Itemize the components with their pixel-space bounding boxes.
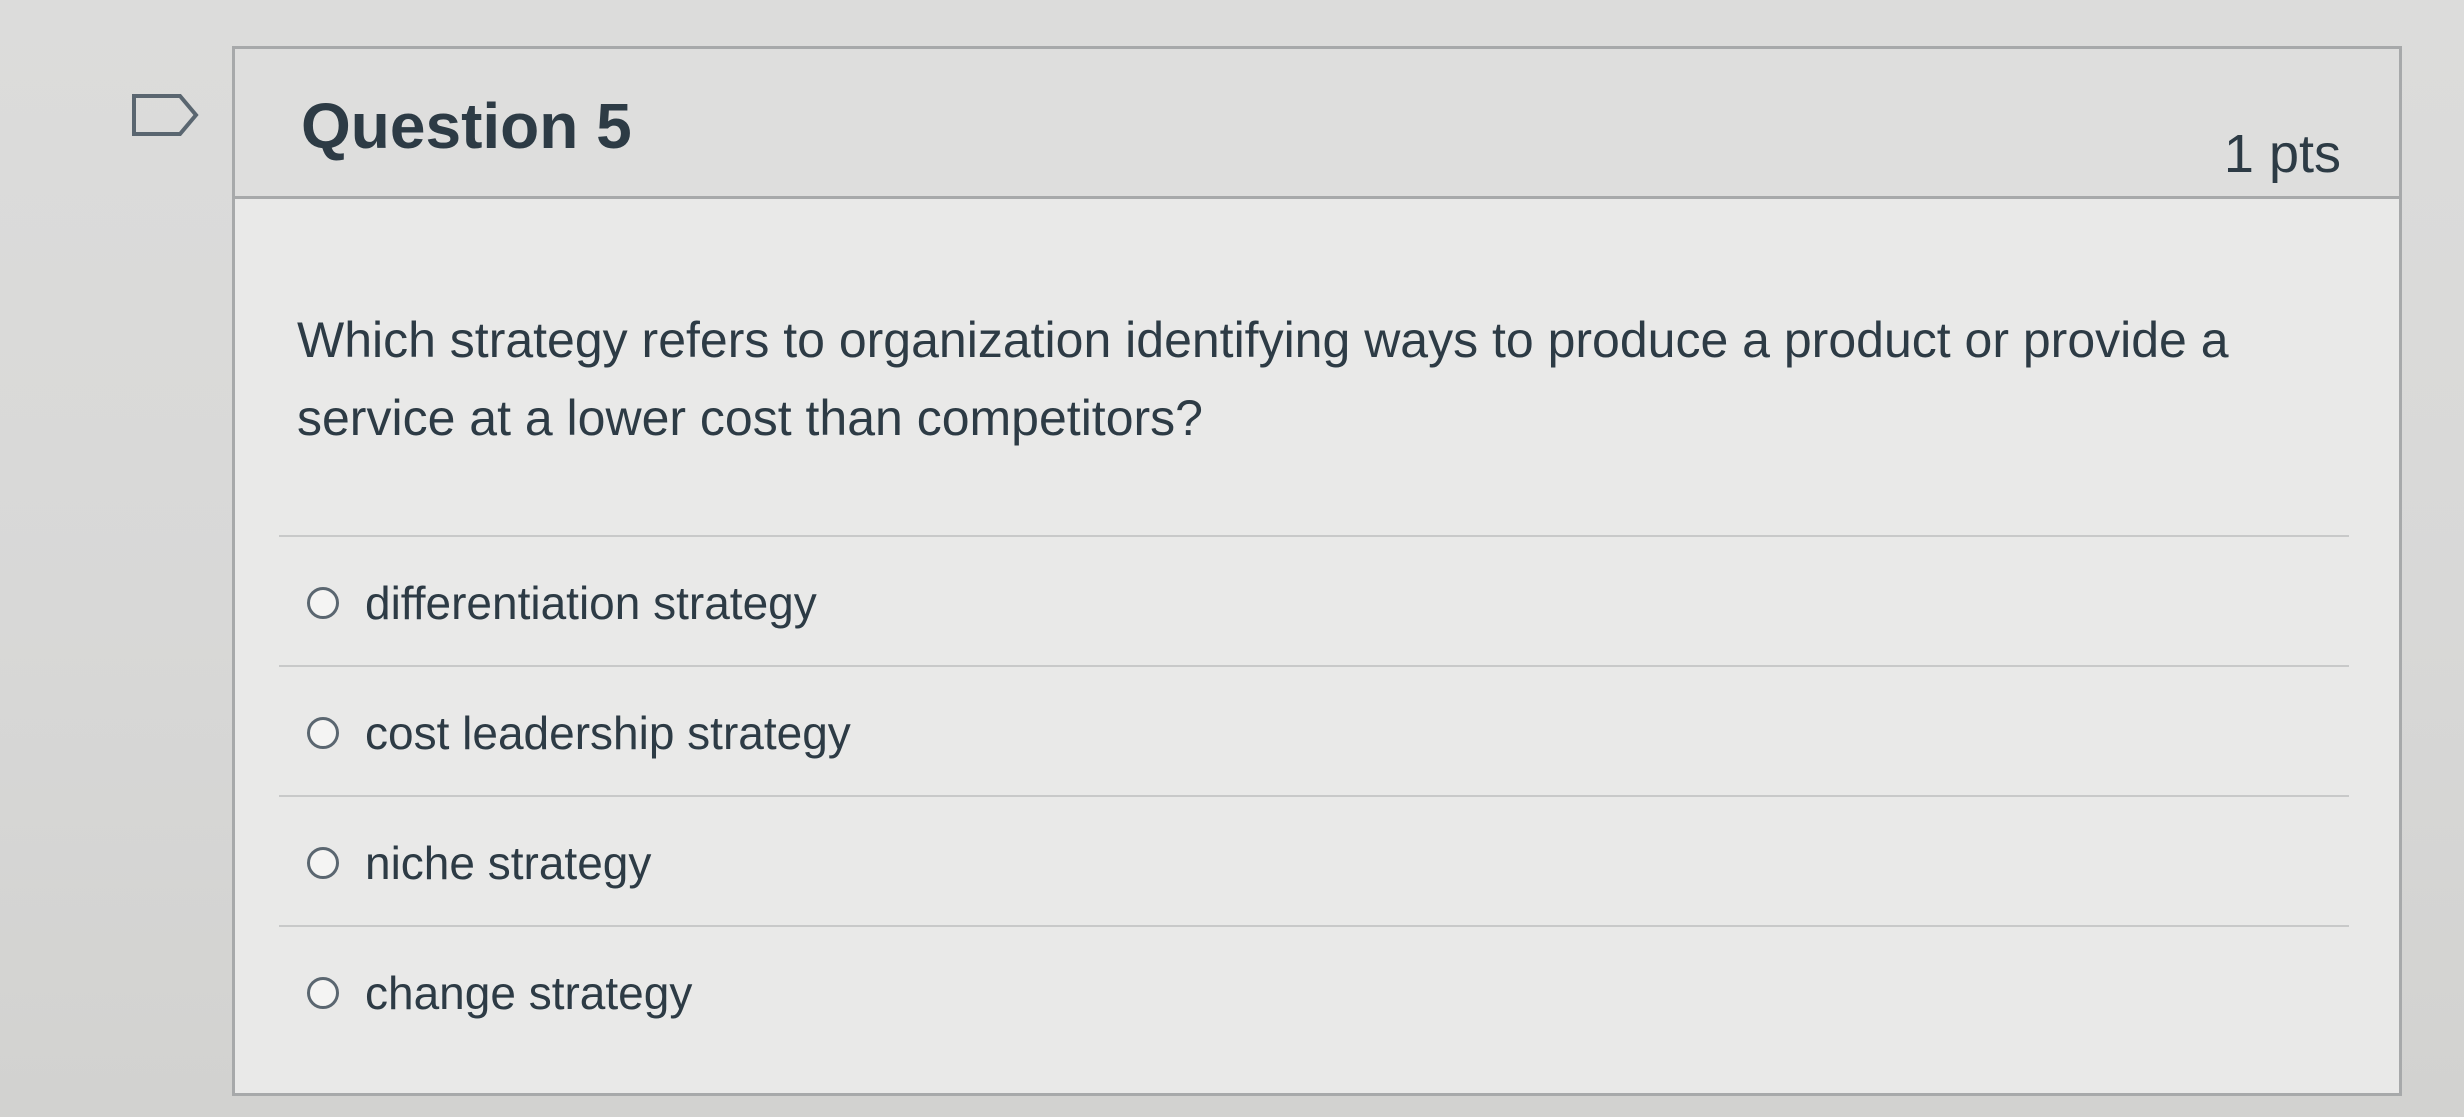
radio-button[interactable]: [307, 587, 339, 619]
answer-label: change strategy: [365, 967, 693, 1019]
question-points: 1 pts: [2223, 124, 2341, 184]
question-title: Question 5: [301, 90, 632, 162]
answer-divider: [279, 795, 2349, 797]
flag-icon[interactable]: [130, 92, 202, 138]
question-header: Question 5 1 pts: [235, 49, 2399, 199]
answer-label: differentiation strategy: [365, 577, 817, 629]
answer-divider: [279, 925, 2349, 927]
answer-label: niche strategy: [365, 837, 652, 889]
question-card: Question 5 1 pts Which strategy refers t…: [232, 46, 2402, 1096]
answer-option[interactable]: cost leadership strategy: [307, 703, 851, 763]
answer-divider: [279, 535, 2349, 537]
radio-button[interactable]: [307, 977, 339, 1009]
answer-divider: [279, 665, 2349, 667]
answer-label: cost leadership strategy: [365, 707, 851, 759]
radio-button[interactable]: [307, 717, 339, 749]
question-text: Which strategy refers to organization id…: [297, 312, 2229, 446]
radio-button[interactable]: [307, 847, 339, 879]
answer-option[interactable]: niche strategy: [307, 833, 651, 893]
answer-option[interactable]: change strategy: [307, 963, 692, 1023]
answer-option[interactable]: differentiation strategy: [307, 573, 817, 633]
